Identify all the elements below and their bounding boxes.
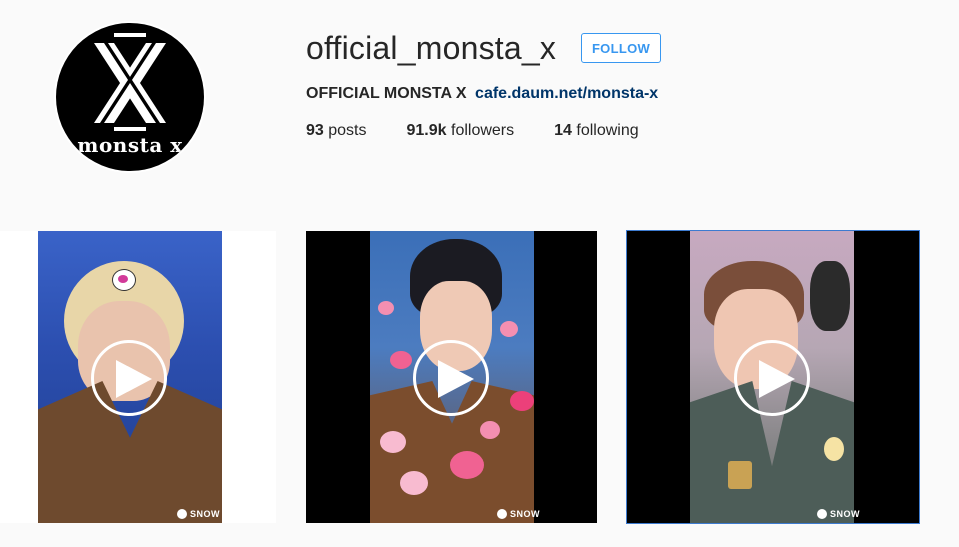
profile-bio: OFFICIAL MONSTA X cafe.daum.net/monsta-x — [306, 85, 658, 103]
post-tile[interactable]: SNOW — [306, 231, 597, 523]
snow-watermark-text: SNOW — [190, 509, 220, 519]
snow-logo-icon — [177, 509, 187, 519]
snow-watermark-text: SNOW — [510, 509, 540, 519]
snow-logo-icon — [817, 509, 827, 519]
play-icon — [413, 340, 489, 416]
post-tile[interactable]: SNOW — [0, 231, 276, 523]
posts-stat: 93 posts — [306, 122, 367, 140]
profile-username: official_monsta_x — [306, 30, 557, 66]
snow-watermark-text: SNOW — [830, 509, 860, 519]
snow-watermark: SNOW — [817, 509, 860, 519]
play-icon — [91, 340, 167, 416]
following-label: following — [576, 122, 639, 139]
followers-stat[interactable]: 91.9k followers — [407, 122, 515, 140]
followers-label: followers — [451, 122, 515, 139]
profile-full-name: OFFICIAL MONSTA X — [306, 85, 467, 102]
monsta-x-logo: monsta x — [56, 23, 204, 171]
profile-website-link[interactable]: cafe.daum.net/monsta-x — [475, 85, 658, 102]
snow-watermark: SNOW — [177, 509, 220, 519]
avatar-logo-text: monsta x — [77, 133, 183, 157]
following-stat[interactable]: 14 following — [554, 122, 639, 140]
posts-count: 93 — [306, 122, 324, 139]
followers-count: 91.9k — [406, 122, 447, 139]
post-tile[interactable]: SNOW — [626, 230, 920, 524]
follow-button[interactable]: FOLLOW — [581, 33, 661, 63]
profile-stats: 93 posts 91.9k followers 14 following — [306, 122, 679, 140]
snow-watermark: SNOW — [497, 509, 540, 519]
snow-logo-icon — [497, 509, 507, 519]
posts-label: posts — [328, 122, 367, 139]
play-icon — [734, 340, 810, 416]
profile-avatar[interactable]: monsta x — [54, 21, 206, 173]
following-count: 14 — [554, 122, 572, 139]
